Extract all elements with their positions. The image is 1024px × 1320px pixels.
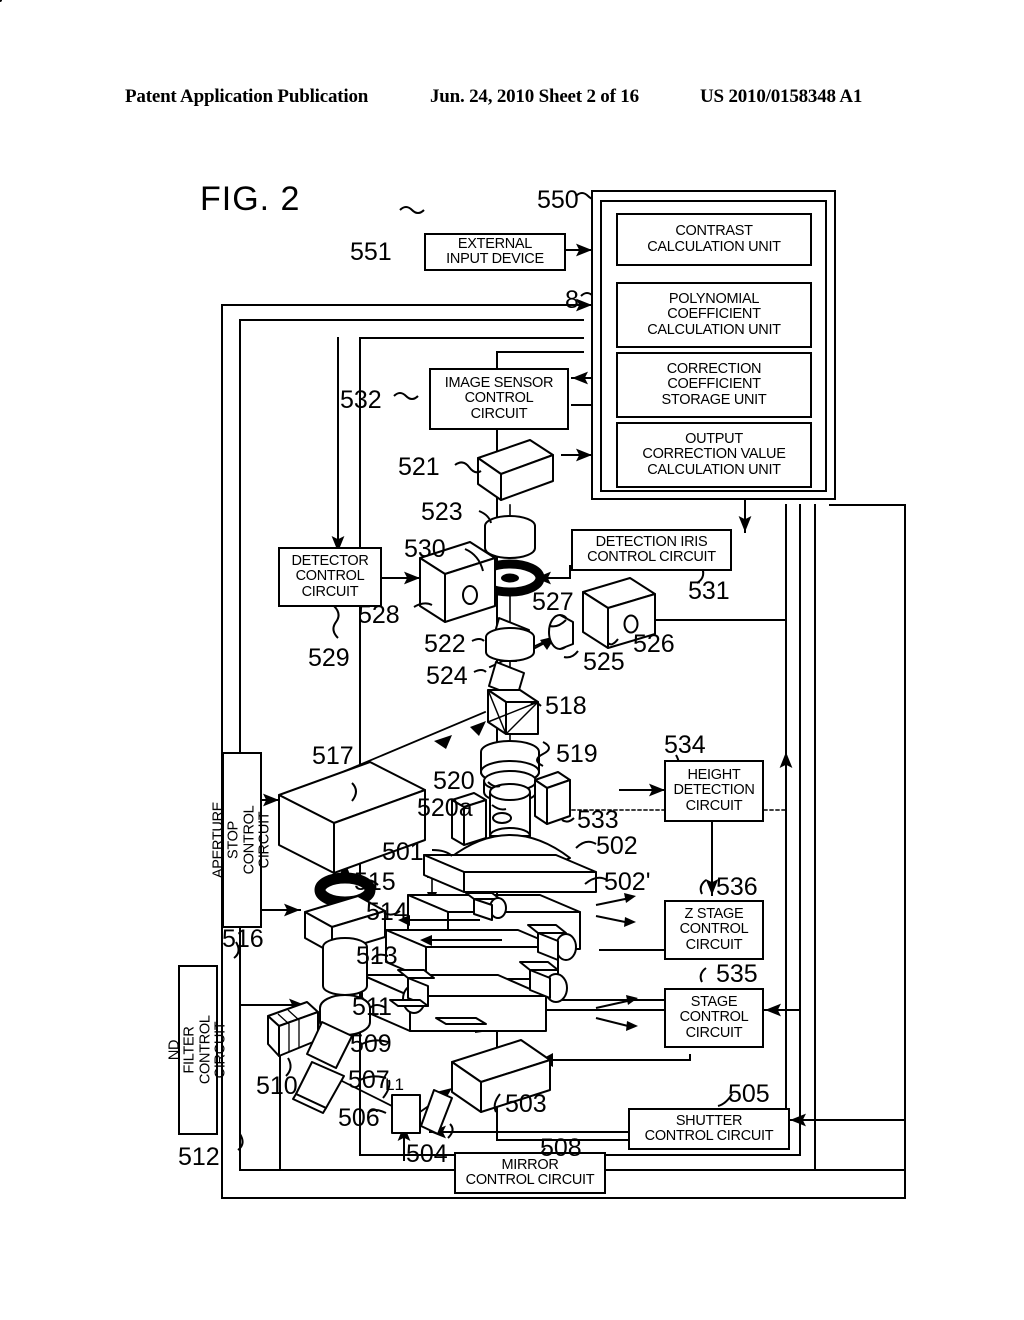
numeral-520: 520 xyxy=(433,767,475,795)
polynomial-coefficient-calculation-unit: POLYNOMIAL COEFFICIENT CALCULATION UNIT xyxy=(616,282,812,348)
numeral-8: 8 xyxy=(565,286,579,314)
numeral-532: 532 xyxy=(340,386,382,414)
image-sensor-control-circuit: IMAGE SENSOR CONTROL CIRCUIT xyxy=(429,368,569,430)
contrast-calculation-unit: CONTRAST CALCULATION UNIT xyxy=(616,213,812,266)
stage-control-circuit-label: STAGE CONTROL CIRCUIT xyxy=(679,994,749,1041)
numeral-529: 529 xyxy=(308,644,350,672)
numeral-521: 521 xyxy=(398,453,440,481)
numeral-527: 527 xyxy=(532,588,574,616)
numeral-518: 518 xyxy=(545,692,587,720)
numeral-L1: L1 xyxy=(385,1075,404,1094)
nd-filter-control-circuit-label: ND FILTER CONTROL CIRCUIT xyxy=(166,1015,229,1085)
correction-coefficient-storage-unit: CORRECTION COEFFICIENT STORAGE UNIT xyxy=(616,352,812,418)
numeral-533: 533 xyxy=(577,806,619,834)
numeral-550: 550 xyxy=(537,186,579,214)
figure-line-art xyxy=(0,0,906,1199)
numeral-535: 535 xyxy=(716,960,758,988)
contrast-calculation-unit-label: CONTRAST CALCULATION UNIT xyxy=(647,223,781,255)
numeral-516: 516 xyxy=(222,925,264,953)
numeral-503: 503 xyxy=(505,1090,547,1118)
numeral-507: 507 xyxy=(348,1066,390,1094)
detection-iris-control-circuit: DETECTION IRIS CONTROL CIRCUIT xyxy=(571,529,732,571)
numeral-534: 534 xyxy=(664,731,706,759)
numeral-531: 531 xyxy=(688,577,730,605)
numeral-528: 528 xyxy=(358,601,400,629)
shutter-control-circuit: SHUTTER CONTROL CIRCUIT xyxy=(628,1108,790,1150)
numeral-519: 519 xyxy=(556,740,598,768)
correction-coefficient-storage-unit-label: CORRECTION COEFFICIENT STORAGE UNIT xyxy=(661,361,767,408)
mirror-control-circuit: MIRROR CONTROL CIRCUIT xyxy=(454,1152,606,1194)
numeral-501: 501 xyxy=(382,838,424,866)
numeral-514: 514 xyxy=(366,898,408,926)
shutter-control-circuit-label: SHUTTER CONTROL CIRCUIT xyxy=(644,1112,774,1144)
output-correction-value-calculation-unit: OUTPUT CORRECTION VALUE CALCULATION UNIT xyxy=(616,422,812,488)
detector-control-circuit: DETECTOR CONTROL CIRCUIT xyxy=(278,547,382,607)
numeral-515: 515 xyxy=(354,868,396,896)
numeral-551: 551 xyxy=(350,238,392,266)
numeral-511: 511 xyxy=(352,993,392,1021)
numeral-524: 524 xyxy=(426,662,468,690)
height-detection-circuit-label: HEIGHT DETECTION CIRCUIT xyxy=(673,767,755,814)
numeral-525: 525 xyxy=(583,648,625,676)
numeral-512: 512 xyxy=(178,1143,220,1171)
height-detection-circuit: HEIGHT DETECTION CIRCUIT xyxy=(664,760,764,822)
numeral-530: 530 xyxy=(404,535,446,563)
detection-iris-control-circuit-label: DETECTION IRIS CONTROL CIRCUIT xyxy=(587,533,716,565)
numeral-502-prime: 502' xyxy=(604,868,651,896)
numeral-517: 517 xyxy=(312,742,354,770)
output-correction-value-calculation-unit-label: OUTPUT CORRECTION VALUE CALCULATION UNIT xyxy=(642,431,786,478)
numeral-522: 522 xyxy=(424,630,466,658)
numeral-504: 504 xyxy=(406,1140,448,1168)
z-stage-control-circuit: Z STAGE CONTROL CIRCUIT xyxy=(664,900,764,960)
numeral-506: 506 xyxy=(338,1104,380,1132)
numeral-513: 513 xyxy=(356,942,398,970)
numeral-536: 536 xyxy=(716,873,758,901)
patent-figure-page: Patent Application Publication Jun. 24, … xyxy=(0,0,1024,1320)
detector-control-circuit-label: DETECTOR CONTROL CIRCUIT xyxy=(291,553,369,600)
external-input-device-label: EXTERNAL INPUT DEVICE xyxy=(446,235,544,267)
polynomial-coefficient-calculation-unit-label: POLYNOMIAL COEFFICIENT CALCULATION UNIT xyxy=(647,291,781,338)
numeral-509: 509 xyxy=(350,1030,392,1058)
numeral-520a: 520a xyxy=(417,794,473,822)
z-stage-control-circuit-label: Z STAGE CONTROL CIRCUIT xyxy=(679,906,749,953)
numeral-510: 510 xyxy=(256,1072,298,1100)
stage-control-circuit: STAGE CONTROL CIRCUIT xyxy=(664,988,764,1048)
image-sensor-control-circuit-label: IMAGE SENSOR CONTROL CIRCUIT xyxy=(444,375,554,422)
aperture-stop-control-circuit-label: APERTURE STOP CONTROL CIRCUIT xyxy=(210,801,273,879)
numeral-502: 502 xyxy=(596,832,638,860)
nd-filter-control-circuit: ND FILTER CONTROL CIRCUIT xyxy=(166,965,228,1135)
numeral-523: 523 xyxy=(421,498,463,526)
numeral-505: 505 xyxy=(728,1080,770,1108)
external-input-device: EXTERNAL INPUT DEVICE xyxy=(424,233,566,271)
numeral-508: 508 xyxy=(540,1134,582,1162)
aperture-stop-control-circuit: APERTURE STOP CONTROL CIRCUIT xyxy=(210,752,272,928)
numeral-526: 526 xyxy=(633,630,675,658)
